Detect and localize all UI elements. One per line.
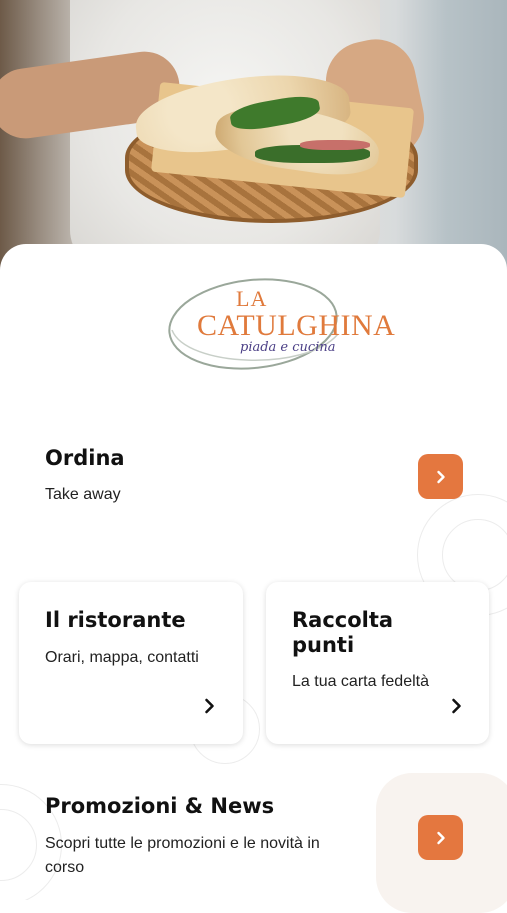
chevron-right-icon <box>436 831 445 844</box>
ordina-title: Ordina <box>45 446 125 470</box>
punti-title-line2: punti <box>292 633 355 657</box>
ristorante-subtitle: Orari, mappa, contatti <box>45 649 199 666</box>
decor-ring <box>442 519 507 591</box>
promo-subtitle-line2: corso <box>45 859 85 876</box>
punti-title-line1: Raccolta <box>292 608 394 632</box>
punti-subtitle: La tua carta fedeltà <box>292 673 429 690</box>
ordina-subtitle: Take away <box>45 486 121 503</box>
hero-photo <box>0 0 507 270</box>
chevron-right-icon[interactable] <box>450 697 464 715</box>
logo-tagline: piada e cucina <box>240 340 336 355</box>
hero-ham <box>300 140 370 150</box>
promo-button[interactable] <box>418 815 463 860</box>
ordina-button[interactable] <box>418 454 463 499</box>
ristorante-title: Il ristorante <box>45 608 186 632</box>
chevron-right-icon[interactable] <box>203 697 217 715</box>
punti-tile[interactable] <box>266 582 489 744</box>
promo-title: Promozioni & News <box>45 794 275 818</box>
logo-text-name: CATULGHINA <box>197 309 396 342</box>
promo-subtitle-line1: Scopri tutte le promozioni e le novità i… <box>45 835 320 852</box>
chevron-right-icon <box>436 470 445 483</box>
